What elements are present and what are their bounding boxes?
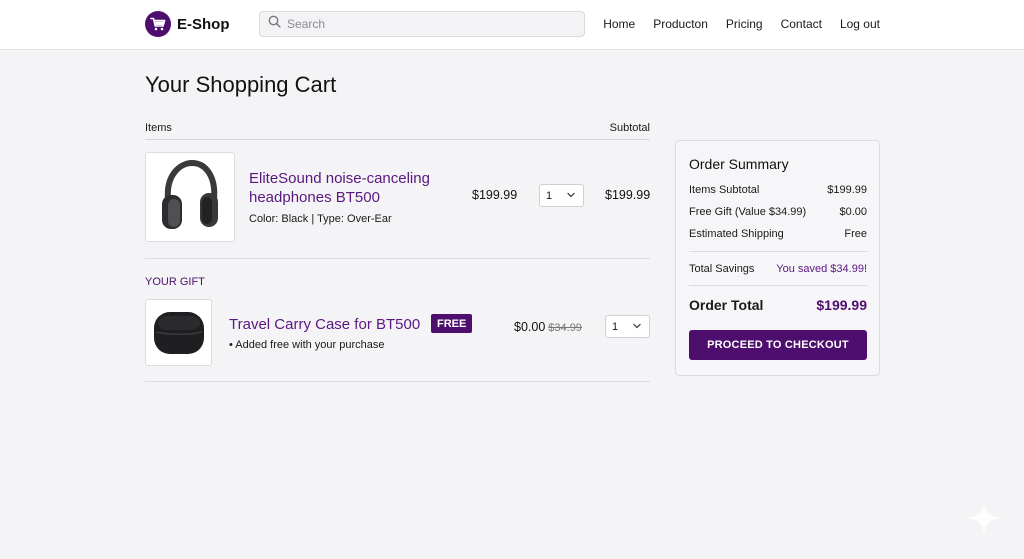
page-title: Your Shopping Cart: [145, 72, 337, 97]
shipping-value: Free: [844, 228, 867, 240]
cart-logo-icon: [145, 11, 171, 37]
savings-label: Total Savings: [689, 263, 755, 275]
product-quantity-select[interactable]: 1: [539, 184, 584, 207]
nav-pricing[interactable]: Pricing: [726, 17, 763, 31]
free-gift-row: Free Gift (Value $34.99) $0.00: [689, 206, 867, 218]
subtotal-column-label: Subtotal: [609, 122, 650, 134]
items-subtotal-row: Items Subtotal $199.99: [689, 184, 867, 196]
nav-contact[interactable]: Contact: [781, 17, 822, 31]
gift-name-link[interactable]: Travel Carry Case for BT500: [229, 315, 420, 334]
order-total-label: Order Total: [689, 297, 764, 313]
items-subtotal-value: $199.99: [827, 184, 867, 196]
order-total-value: $199.99: [816, 297, 867, 313]
top-navigation-bar: E-Shop Home Producton Pricing Contact Lo…: [0, 0, 1024, 50]
main-nav: Home Producton Pricing Contact Log out: [603, 17, 880, 31]
gift-quantity-select[interactable]: 1: [605, 315, 650, 338]
free-badge: FREE: [431, 314, 473, 333]
order-summary-panel: Order Summary Items Subtotal $199.99 Fre…: [675, 140, 880, 376]
product-variant-info: Color: Black | Type: Over-Ear: [249, 213, 392, 225]
chevron-down-icon: [566, 190, 576, 203]
sparkle-icon: [966, 500, 1002, 541]
savings-row: Total Savings You saved $34.99!: [689, 263, 867, 275]
chevron-down-icon: [632, 321, 642, 334]
search-input[interactable]: [287, 17, 567, 31]
savings-value: You saved $34.99!: [776, 263, 867, 275]
gift-price-group: $0.00 $34.99: [514, 320, 582, 334]
shipping-row: Estimated Shipping Free: [689, 228, 867, 240]
order-total-row: Order Total $199.99: [689, 297, 867, 313]
cart-column-header: Items Subtotal: [145, 121, 650, 140]
brand-name: E-Shop: [177, 15, 230, 33]
items-column-label: Items: [145, 122, 172, 134]
nav-home[interactable]: Home: [603, 17, 635, 31]
free-gift-label: Free Gift (Value $34.99): [689, 206, 807, 218]
nav-log-out[interactable]: Log out: [840, 17, 880, 31]
product-name-link[interactable]: EliteSound noise-canceling headphones BT…: [249, 169, 459, 207]
quantity-value: 1: [546, 189, 553, 202]
order-summary-title: Order Summary: [689, 156, 789, 172]
brand-logo[interactable]: E-Shop: [145, 11, 230, 37]
shipping-label: Estimated Shipping: [689, 228, 784, 240]
product-unit-price: $199.99: [472, 188, 518, 202]
gift-section-label: YOUR GIFT: [145, 276, 205, 288]
quantity-value: 1: [612, 320, 619, 333]
items-subtotal-label: Items Subtotal: [689, 184, 760, 196]
search-box[interactable]: [259, 11, 585, 37]
product-subtotal: $199.99: [605, 188, 651, 202]
search-icon: [268, 15, 281, 33]
proceed-to-checkout-button[interactable]: PROCEED TO CHECKOUT: [689, 330, 867, 360]
headphones-image[interactable]: [145, 152, 235, 242]
gift-original-price: $34.99: [548, 322, 582, 334]
row-divider: [145, 258, 650, 259]
gift-note: • Added free with your purchase: [229, 339, 385, 351]
free-gift-value: $0.00: [839, 206, 867, 218]
nav-producton[interactable]: Producton: [653, 17, 708, 31]
summary-divider: [689, 251, 867, 252]
carry-case-image[interactable]: [145, 299, 212, 366]
row-divider: [145, 381, 650, 382]
gift-price: $0.00: [514, 320, 546, 334]
summary-divider: [689, 285, 867, 286]
